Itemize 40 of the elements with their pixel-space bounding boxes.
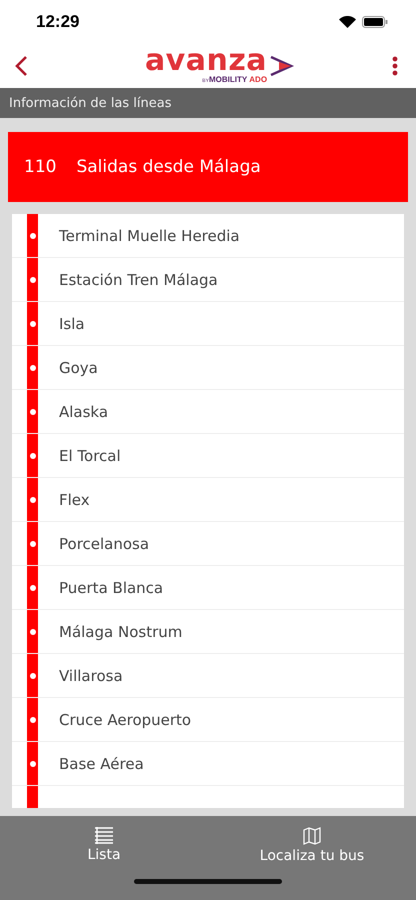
stop-name[interactable]: El Torcal (59, 446, 121, 464)
stop-name[interactable]: Villarosa (59, 666, 123, 684)
back-icon[interactable] (14, 55, 28, 77)
battery-icon (362, 16, 388, 28)
stop-dot (30, 364, 36, 370)
wifi-icon (339, 16, 356, 28)
status-time: 12:29 (36, 12, 80, 32)
stop-name[interactable]: Base Aérea (59, 754, 144, 772)
stop-dot (30, 232, 36, 238)
stop-name[interactable]: Terminal Muelle Heredia (59, 226, 240, 244)
stop-dot (30, 276, 36, 282)
list-icon (95, 827, 113, 844)
stop-name[interactable]: Porcelanosa (59, 534, 150, 552)
stop-dot (30, 496, 36, 502)
stop-name[interactable]: Málaga Nostrum (59, 622, 182, 640)
stop-name[interactable]: Goya (59, 358, 98, 376)
tab-button[interactable]: Localiza tu bus (232, 826, 392, 865)
line-number: 110 (24, 157, 56, 177)
brand-logo: avanza (144, 46, 268, 74)
section-title: Información de las líneas (9, 96, 172, 110)
logo-mark-icon (269, 53, 296, 79)
stop-name[interactable]: Alaska (59, 402, 108, 420)
stop-dot (30, 672, 36, 678)
line-title: Salidas desde Málaga (76, 157, 261, 177)
stop-dot (30, 408, 36, 414)
stop-name[interactable]: Puerta Blanca (59, 578, 164, 596)
stop-dot (30, 716, 36, 722)
stop-name[interactable]: Flex (59, 490, 90, 508)
tab-button[interactable]: Lista (24, 826, 184, 865)
stop-dot (30, 320, 36, 326)
stop-dot (30, 760, 36, 766)
map-icon (303, 827, 321, 845)
stop-dot (30, 584, 36, 590)
stop-name[interactable]: Estación Tren Málaga (59, 270, 218, 288)
stop-dot (30, 540, 36, 546)
more-icon[interactable] (392, 56, 398, 76)
stop-name[interactable]: Cruce Aeropuerto (59, 710, 192, 728)
stop-name[interactable]: Isla (59, 314, 85, 332)
stop-dot (30, 628, 36, 634)
stop-dot (30, 452, 36, 458)
